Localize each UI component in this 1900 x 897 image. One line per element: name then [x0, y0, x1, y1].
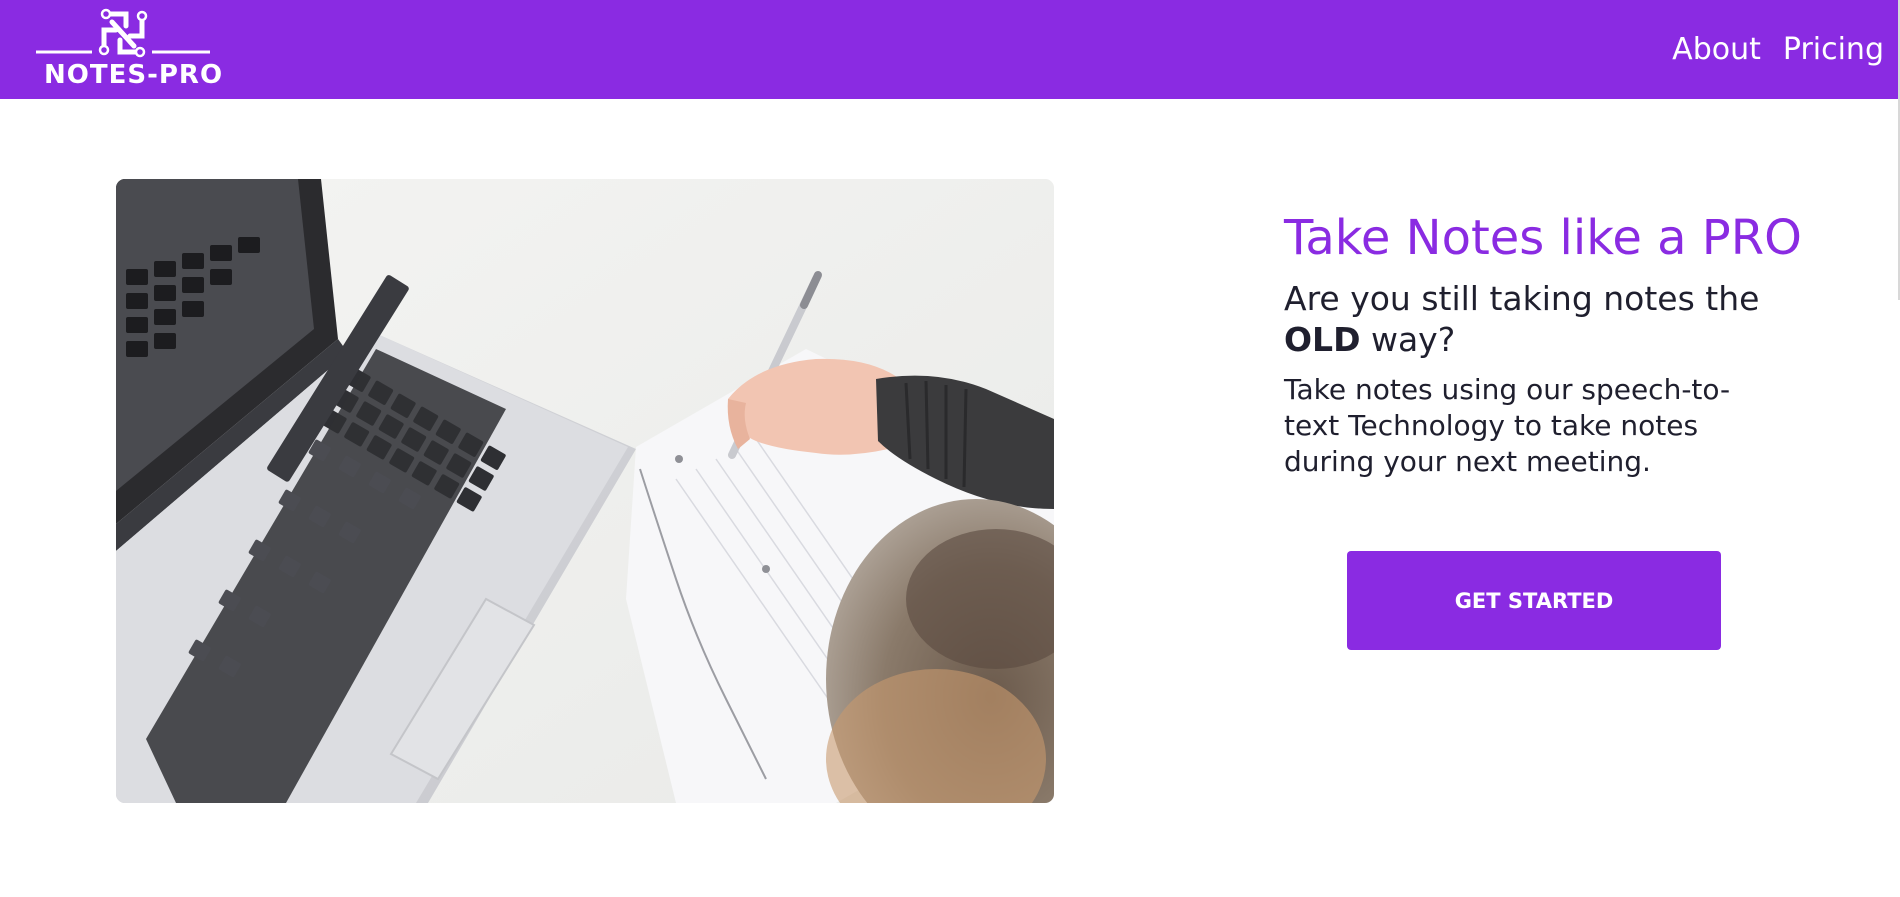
nav-links: About Pricing — [1672, 28, 1884, 72]
navbar: NOTES-PRO About Pricing — [0, 0, 1898, 99]
subtitle-emphasis: OLD — [1284, 320, 1361, 359]
subtitle-pre: Are you still taking notes the — [1284, 279, 1760, 318]
nav-link-about[interactable]: About — [1672, 28, 1761, 72]
nav-link-pricing[interactable]: Pricing — [1783, 28, 1884, 72]
hero-image — [116, 179, 1054, 803]
subtitle-post: way? — [1360, 320, 1456, 359]
page: NOTES-PRO About Pricing Take Notes like … — [0, 0, 1900, 897]
hero-subtitle: Are you still taking notes the OLD way? — [1284, 278, 1804, 360]
hero-title: Take Notes like a PRO — [1284, 210, 1802, 266]
hero-text: Take Notes like a PRO Are you still taki… — [1284, 208, 1804, 480]
get-started-button[interactable]: GET STARTED — [1347, 551, 1721, 650]
logo[interactable]: NOTES-PRO — [34, 6, 222, 94]
logo-text: NOTES-PRO — [44, 60, 224, 90]
laptop-notes-photo — [116, 179, 1054, 803]
pinwheel-icon — [36, 8, 210, 58]
hero-body: Take notes using our speech-to-text Tech… — [1284, 373, 1731, 478]
